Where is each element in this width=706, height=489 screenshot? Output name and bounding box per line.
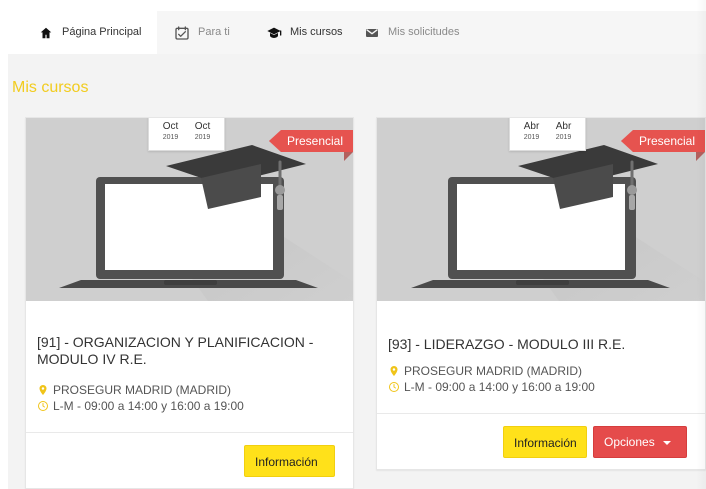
course-schedule: L-M - 09:00 a 14:00 y 16:00 a 19:00 (53, 399, 244, 413)
end-day: 08 (190, 118, 216, 119)
nav-mis-cursos-label: Mis cursos (290, 26, 343, 38)
nav-home-label: Página Principal (62, 26, 142, 38)
course-meta: PROSEGUR MADRID (MADRID) L-M - 09:00 a 1… (37, 382, 342, 414)
end-date: 08 Oct 2019 (190, 118, 216, 141)
start-day: 08 (519, 118, 545, 119)
course-location-row: PROSEGUR MADRID (MADRID) (37, 382, 342, 398)
course-title: [91] - ORGANIZACION Y PLANIFICACION - MO… (37, 334, 314, 367)
end-date: 09 Abr 2019 (551, 118, 577, 141)
course-details: [93] - LIDERAZGO - MODULO III R.E. PROSE… (377, 301, 705, 395)
modality-badge: Presencial (268, 130, 353, 152)
options-button[interactable]: Opciones (593, 426, 687, 458)
info-button[interactable]: Información (503, 426, 587, 458)
end-month: Abr (555, 121, 572, 132)
card-actions: Información Opciones (377, 413, 705, 469)
location-pin-icon (37, 384, 49, 396)
start-month: Abr (523, 121, 540, 132)
course-location: PROSEGUR MADRID (MADRID) (404, 364, 583, 378)
course-location: PROSEGUR MADRID (MADRID) (53, 383, 232, 397)
date-range: 08 Abr 2019 09 Abr 2019 (509, 118, 586, 151)
start-year: 2019 (523, 134, 540, 141)
page-title: Mis cursos (12, 79, 89, 96)
course-schedule-row: L-M - 09:00 a 14:00 y 16:00 a 19:00 (388, 379, 694, 395)
course-schedule-row: L-M - 09:00 a 14:00 y 16:00 a 19:00 (37, 398, 342, 414)
card-actions: Información (26, 432, 353, 488)
course-details: [91] - ORGANIZACION Y PLANIFICACION - MO… (26, 301, 353, 414)
end-year: 2019 (194, 134, 211, 141)
clock-icon (388, 381, 400, 393)
end-day: 09 (551, 118, 577, 119)
nav-mis-solicitudes-label: Mis solicitudes (388, 26, 460, 38)
mail-icon (364, 25, 380, 41)
home-icon (38, 25, 54, 41)
chevron-down-icon (662, 441, 671, 445)
modality-badge-tail (696, 152, 705, 161)
nav-home[interactable]: Página Principal (8, 11, 157, 54)
nav-mis-cursos[interactable]: Mis cursos (266, 11, 356, 54)
course-location-row: PROSEGUR MADRID (MADRID) (388, 363, 694, 379)
start-date: 07 Oct 2019 (158, 118, 184, 141)
location-pin-icon (388, 365, 400, 377)
start-month: Oct (162, 121, 179, 132)
nav-mis-solicitudes[interactable]: Mis solicitudes (364, 11, 484, 54)
date-range: 07 Oct 2019 08 Oct 2019 (148, 118, 225, 151)
modality-badge: Presencial (620, 130, 705, 152)
start-year: 2019 (162, 134, 179, 141)
start-date: 08 Abr 2019 (519, 118, 545, 141)
course-card: 08 Abr 2019 09 Abr 2019 Presencial [93] … (376, 117, 706, 470)
modality-badge-tail (344, 152, 353, 161)
options-button-label: Opciones (604, 435, 655, 449)
course-schedule: L-M - 09:00 a 14:00 y 16:00 a 19:00 (404, 380, 595, 394)
clock-icon (37, 400, 49, 412)
end-month: Oct (194, 121, 211, 132)
start-day: 07 (158, 118, 184, 119)
end-year: 2019 (555, 134, 572, 141)
info-button[interactable]: Información (244, 445, 335, 477)
course-title: [93] - LIDERAZGO - MODULO III R.E. (388, 336, 626, 352)
nav-para-ti[interactable]: Para ti (174, 11, 254, 54)
graduation-cap-icon (266, 25, 282, 41)
nav-para-ti-label: Para ti (198, 26, 230, 38)
course-meta: PROSEGUR MADRID (MADRID) L-M - 09:00 a 1… (388, 363, 694, 395)
course-image: 07 Oct 2019 08 Oct 2019 Presencial (26, 118, 353, 301)
course-image: 08 Abr 2019 09 Abr 2019 Presencial (377, 118, 705, 301)
course-card: 07 Oct 2019 08 Oct 2019 Presencial [91] … (25, 117, 354, 489)
calendar-check-icon (174, 25, 190, 41)
top-navigation: Página Principal Para ti Mis cursos Mis … (8, 11, 706, 55)
